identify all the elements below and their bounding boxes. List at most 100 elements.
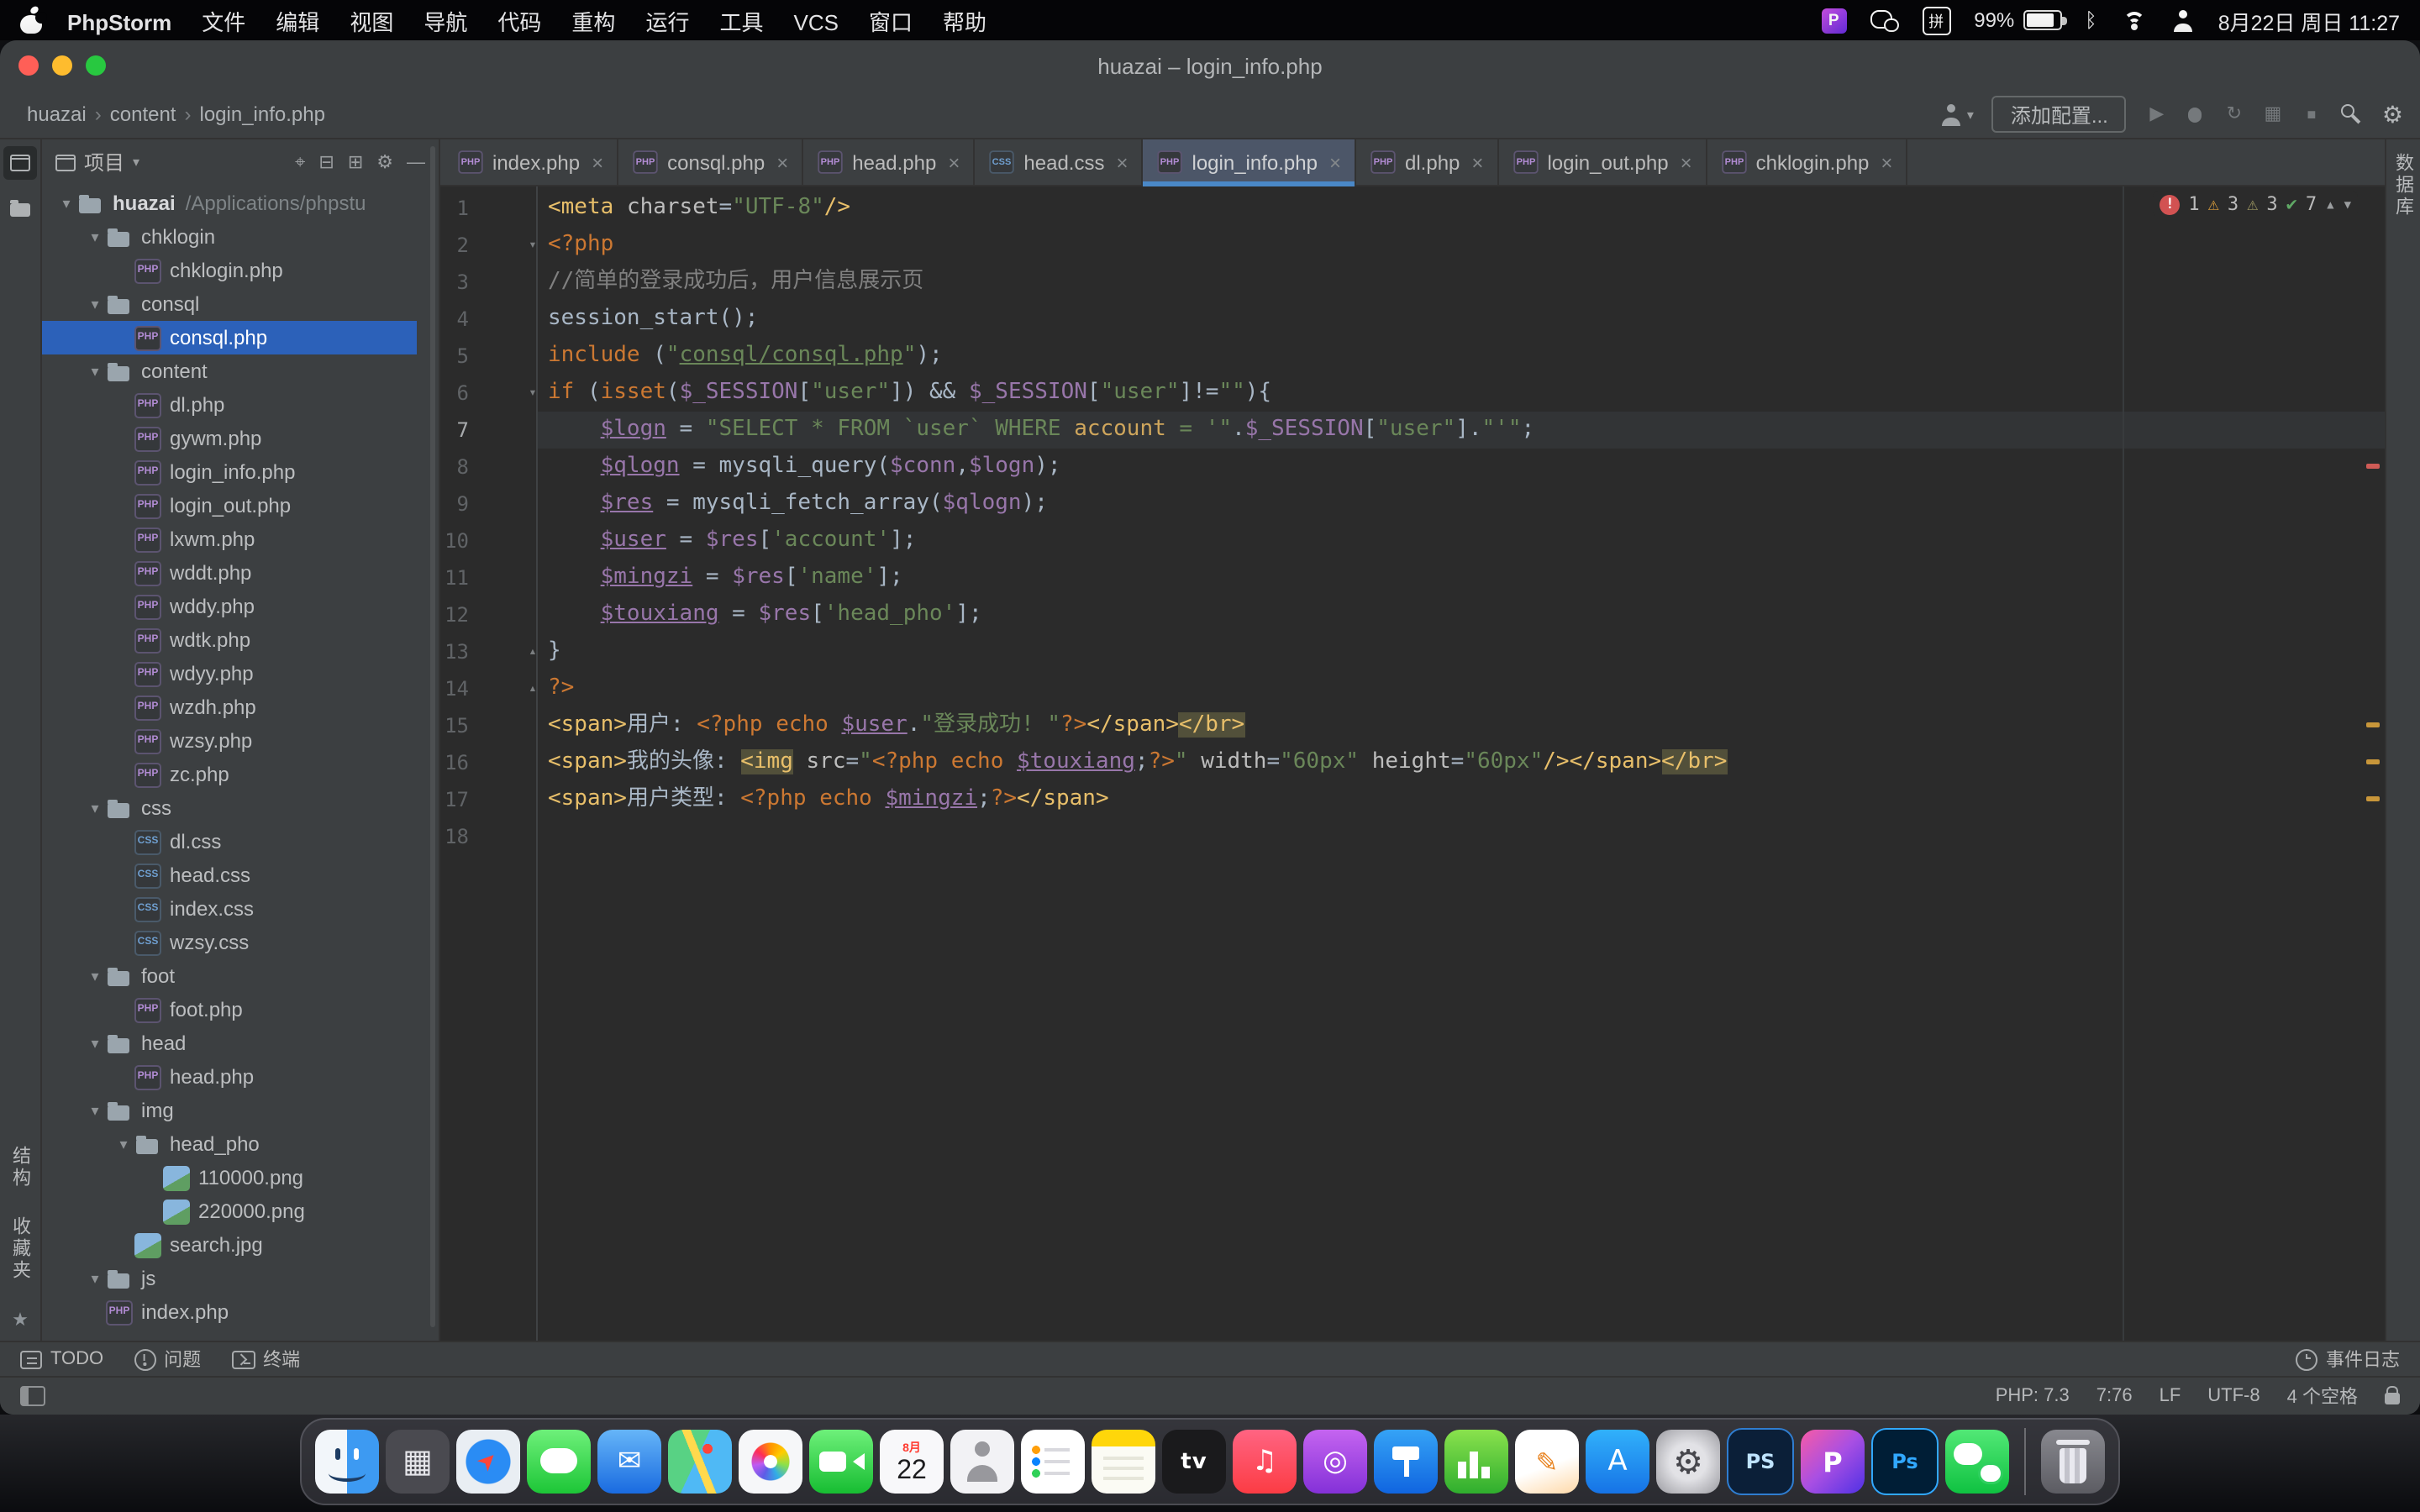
fold-icon[interactable]: ▾ — [523, 375, 543, 412]
code-text[interactable]: <?php — [536, 227, 2385, 264]
project-tool-button[interactable] — [3, 146, 37, 180]
project-scrollbar[interactable] — [430, 146, 435, 1327]
code-text[interactable]: include ("consql/consql.php"); — [536, 338, 2385, 375]
breadcrumb-item[interactable]: content — [107, 102, 180, 126]
dock-syspref[interactable]: ⚙ — [1656, 1430, 1720, 1494]
tree-item-zc.php[interactable]: PHP zc.php — [42, 758, 417, 791]
expand-all-icon[interactable]: ⊞ — [348, 152, 363, 172]
tree-item-gywm.php[interactable]: PHP gywm.php — [42, 422, 417, 455]
code-line-7[interactable]: 7 $logn = "SELECT * FROM `user` WHERE ac… — [440, 412, 2385, 449]
stop-icon[interactable]: ■ — [2300, 102, 2323, 126]
code-text[interactable]: $qlogn = mysqli_query($conn,$logn); — [536, 449, 2385, 486]
lock-icon[interactable] — [2385, 1386, 2400, 1404]
code-text[interactable]: <span>用户类型: <?php echo $mingzi;?></span> — [536, 781, 2385, 818]
menu-item-VCS[interactable]: VCS — [779, 9, 854, 34]
coverage-icon[interactable]: ↻ — [2223, 102, 2246, 126]
dock-ps-dark[interactable]: PS — [1727, 1428, 1794, 1495]
dock-podcasts[interactable]: ◎ — [1303, 1430, 1367, 1494]
stripe-mark-warning[interactable] — [2366, 759, 2380, 764]
code-line-13[interactable]: 13 ▴} — [440, 633, 2385, 670]
code-line-9[interactable]: 9 $res = mysqli_fetch_array($qlogn); — [440, 486, 2385, 522]
line-number[interactable]: 8 — [440, 449, 536, 486]
stripe-mark-error[interactable] — [2366, 464, 2380, 469]
chevron-down-icon[interactable]: ▾ — [84, 1269, 106, 1288]
menu-item-编辑[interactable]: 编辑 — [260, 9, 334, 34]
tab-head.css[interactable]: CSS head.css × — [975, 139, 1144, 185]
tree-item-wzsy.css[interactable]: CSS wzsy.css — [42, 926, 417, 959]
tree-item-110000.png[interactable]: 110000.png — [42, 1161, 417, 1194]
tree-item-js[interactable]: ▾ js — [42, 1262, 417, 1295]
panel-settings-icon[interactable]: ⚙ — [376, 152, 393, 172]
code-line-3[interactable]: 3//简单的登录成功后，用户信息展示页 — [440, 264, 2385, 301]
chevron-down-icon[interactable]: ▾ — [113, 1135, 134, 1153]
tree-item-wddt.php[interactable]: PHP wddt.php — [42, 556, 417, 590]
line-number[interactable]: 6 ▾ — [440, 375, 537, 412]
tree-item-consql[interactable]: ▾ consql — [42, 287, 417, 321]
code-text[interactable] — [536, 818, 2385, 855]
code-line-6[interactable]: 6 ▾ if (isset($_SESSION["user"]) && $_SESS… — [440, 375, 2385, 412]
editor[interactable]: 1 <meta charset="UTF-8"/> 2 ▾ <?php 3//简单的登录成… — [440, 186, 2385, 1341]
code-text[interactable]: $logn = "SELECT * FROM `user` WHERE acco… — [536, 412, 2385, 449]
dock-notes[interactable] — [1092, 1430, 1155, 1494]
close-icon[interactable]: × — [592, 150, 603, 174]
project-panel-title[interactable]: 项目 — [84, 148, 124, 176]
tab-login_info.php[interactable]: PHP login_info.php × — [1143, 139, 1356, 186]
locate-icon[interactable]: ⌖ — [295, 152, 305, 172]
wifi-icon[interactable] — [2121, 10, 2148, 30]
tree-item-wzsy.php[interactable]: PHP wzsy.php — [42, 724, 417, 758]
dock-finder[interactable] — [315, 1430, 379, 1494]
tree-item-content[interactable]: ▾ content — [42, 354, 417, 388]
database-tool-button[interactable]: 数据库 — [2390, 153, 2417, 218]
wechat-menubar-icon[interactable] — [1870, 9, 1899, 31]
dock-ps-blue[interactable]: Ps — [1871, 1428, 1939, 1495]
menubar-clock[interactable]: 8月22日 周日 11:27 — [2218, 4, 2400, 36]
line-number[interactable]: 15 — [440, 707, 536, 744]
battery-status[interactable]: 99% — [1974, 8, 2067, 32]
menu-item-重构[interactable]: 重构 — [556, 9, 630, 34]
line-number[interactable]: 18 — [440, 818, 536, 855]
code-line-1[interactable]: 1 <meta charset="UTF-8"/> — [440, 190, 2385, 227]
tab-dl.php[interactable]: PHP dl.php × — [1356, 139, 1499, 185]
code-text[interactable]: <meta charset="UTF-8"/> — [536, 190, 2385, 227]
line-number[interactable]: 2 ▾ — [440, 227, 537, 264]
code-text[interactable]: session_start(); — [536, 301, 2385, 338]
fold-icon[interactable]: ▾ — [523, 227, 543, 264]
dock-safari[interactable]: ➤ — [456, 1430, 520, 1494]
chevron-down-icon[interactable]: ▾ — [84, 228, 106, 246]
tab-chklogin.php[interactable]: PHP chklogin.php × — [1707, 139, 1908, 185]
tab-head.php[interactable]: PHP head.php × — [803, 139, 976, 185]
code-line-14[interactable]: 14 ▴ ?> — [440, 670, 2385, 707]
close-icon[interactable]: × — [1116, 150, 1128, 174]
code-line-5[interactable]: 5 include ("consql/consql.php"); — [440, 338, 2385, 375]
profiler-icon[interactable]: ▦ — [2261, 102, 2285, 126]
tree-item-wdtk.php[interactable]: PHP wdtk.php — [42, 623, 417, 657]
dock-phpstorm[interactable]: P — [1801, 1430, 1865, 1494]
dock-pages[interactable]: ✎ — [1515, 1430, 1579, 1494]
dock-keynote[interactable] — [1374, 1430, 1438, 1494]
dock-reminders[interactable] — [1021, 1430, 1085, 1494]
status-item[interactable]: 7:76 — [2096, 1386, 2133, 1406]
input-method-icon[interactable]: 拼 — [1922, 6, 1951, 34]
tab-index.php[interactable]: PHP index.php × — [444, 139, 619, 185]
zoom-window-button[interactable] — [86, 55, 106, 76]
tree-item-img[interactable]: ▾ img — [42, 1094, 417, 1127]
tree-item-wdyy.php[interactable]: PHP wdyy.php — [42, 657, 417, 690]
tree-item-consql.php[interactable]: PHP consql.php — [42, 321, 417, 354]
code-text[interactable]: $res = mysqli_fetch_array($qlogn); — [536, 486, 2385, 522]
code-line-12[interactable]: 12 $touxiang = $res['head_pho']; — [440, 596, 2385, 633]
toolwindow-tab-TODO[interactable]: TODO — [20, 1349, 103, 1369]
chevron-down-icon[interactable]: ▾ — [84, 1101, 106, 1120]
code-text[interactable]: } — [536, 633, 2385, 670]
dock-music[interactable]: ♫ — [1233, 1430, 1297, 1494]
code-line-4[interactable]: 4 session_start(); — [440, 301, 2385, 338]
dock-messages[interactable] — [527, 1430, 591, 1494]
user-account-icon[interactable] — [2171, 9, 2195, 31]
line-number[interactable]: 4 — [440, 301, 536, 338]
tree-item-lxwm.php[interactable]: PHP lxwm.php — [42, 522, 417, 556]
close-icon[interactable]: × — [1881, 150, 1892, 174]
line-number[interactable]: 11 — [440, 559, 536, 596]
status-item[interactable]: LF — [2160, 1386, 2181, 1406]
tree-item-head.php[interactable]: PHP head.php — [42, 1060, 417, 1094]
menu-item-代码[interactable]: 代码 — [482, 9, 556, 34]
code-line-10[interactable]: 10 $user = $res['account']; — [440, 522, 2385, 559]
